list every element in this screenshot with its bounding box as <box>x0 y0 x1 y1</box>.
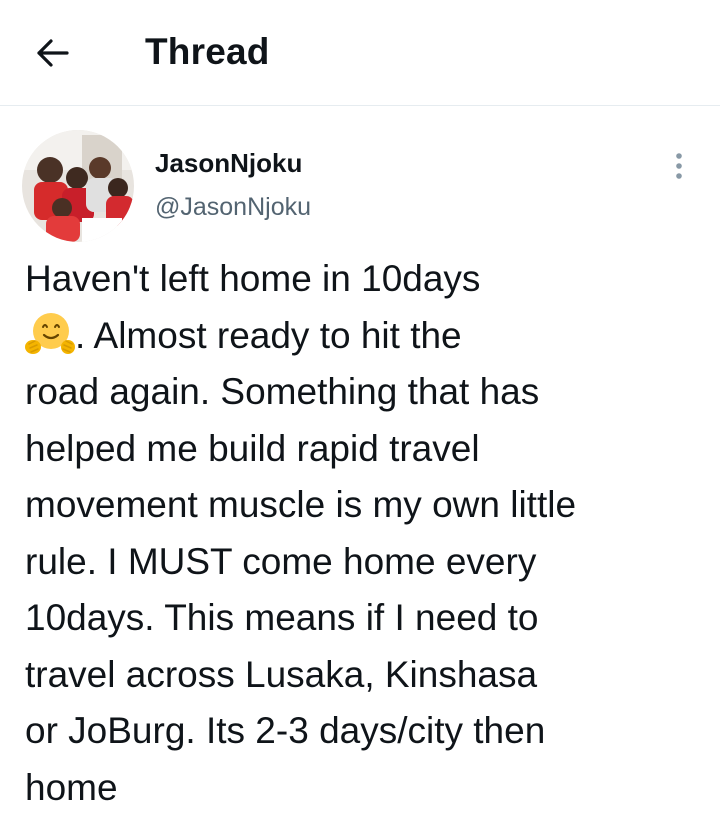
tweet-line: or JoBurg. Its 2-3 days/city then <box>25 710 546 751</box>
tweet-line-text: . Almost ready to hit the <box>75 314 462 356</box>
avatar[interactable] <box>22 130 134 242</box>
tweet-line: 10days. This means if I need to <box>25 597 539 638</box>
more-options-button[interactable] <box>664 146 694 186</box>
author-handle[interactable]: @JasonNjoku <box>155 193 311 222</box>
tweet-text: Haven't left home in 10days . Almost rea… <box>25 251 705 816</box>
page-title: Thread <box>145 31 270 72</box>
tweet-line: home <box>25 766 118 808</box>
tweet-line: rule. I MUST come home every <box>25 540 537 582</box>
tweet-line: travel across Lusaka, Kinshasa <box>25 653 538 695</box>
more-vertical-icon <box>676 153 682 179</box>
arrow-left-icon <box>37 39 69 67</box>
hugging-face-emoji-icon <box>25 311 75 357</box>
tweet-line: Haven't left home in 10days <box>25 258 481 299</box>
tweet-line: road again. Something that has <box>25 371 540 412</box>
tweet-line: helped me build rapid travel <box>25 427 480 469</box>
author-display-name[interactable]: JasonNjoku <box>155 148 302 179</box>
back-button[interactable] <box>30 30 76 76</box>
thread-header: Thread <box>0 0 720 106</box>
tweet-line-with-emoji: . Almost ready to hit the <box>25 308 705 365</box>
tweet-line: movement muscle is my own little <box>25 484 577 525</box>
